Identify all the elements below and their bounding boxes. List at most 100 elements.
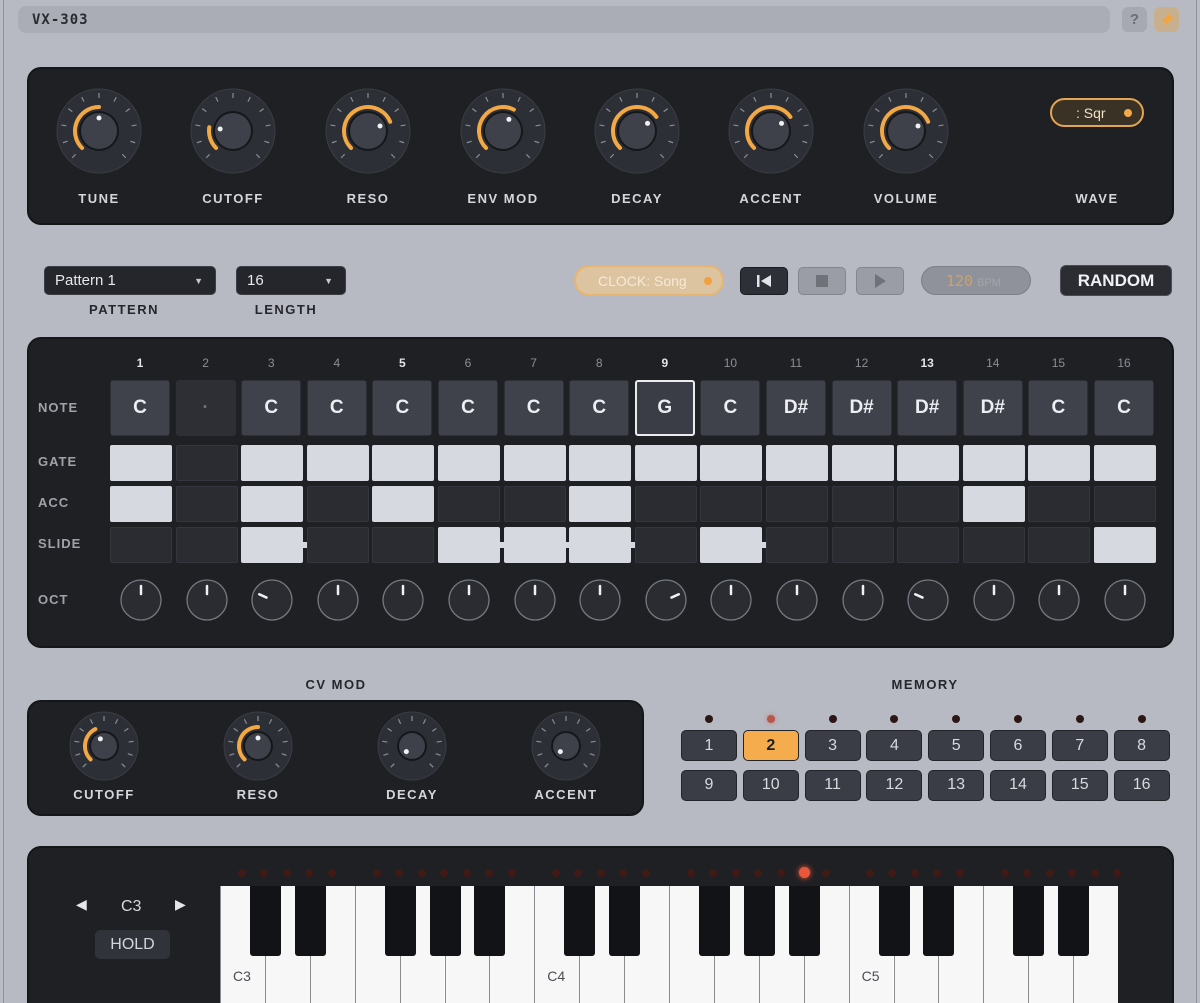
accent-cell[interactable] <box>569 486 632 522</box>
accent-cell[interactable] <box>1028 486 1091 522</box>
black-key[interactable] <box>1013 886 1045 956</box>
slide-cell[interactable] <box>634 527 697 563</box>
gate-cell[interactable] <box>175 445 238 481</box>
step-note[interactable]: C <box>700 380 761 436</box>
memory-slot[interactable]: 1 <box>681 730 737 761</box>
slide-cell[interactable] <box>438 527 500 563</box>
slide-cell[interactable] <box>110 527 172 563</box>
step-note[interactable]: G <box>634 380 695 436</box>
octave-knob[interactable] <box>774 577 820 623</box>
step-note[interactable]: C <box>372 380 433 436</box>
memory-slot[interactable]: 8 <box>1113 730 1170 761</box>
step-note[interactable]: C <box>569 380 630 436</box>
black-key[interactable] <box>609 886 641 956</box>
black-key[interactable] <box>564 886 596 956</box>
black-key[interactable] <box>384 886 416 956</box>
memory-slot[interactable]: 14 <box>990 769 1046 801</box>
gate-cell[interactable] <box>897 445 960 481</box>
gate-cell[interactable] <box>634 445 697 481</box>
gate-cell[interactable] <box>766 445 828 481</box>
random-button[interactable]: RANDOM <box>1060 265 1172 296</box>
black-key[interactable] <box>1058 886 1090 956</box>
gate-cell[interactable] <box>1094 445 1156 481</box>
memory-slot[interactable]: 6 <box>990 730 1046 761</box>
memory-slot[interactable]: 10 <box>742 769 799 801</box>
step-note[interactable]: C <box>110 380 170 436</box>
gate-cell[interactable] <box>700 445 763 481</box>
black-key[interactable] <box>698 886 730 956</box>
memory-slot[interactable]: 13 <box>928 769 985 801</box>
slide-cell[interactable] <box>962 527 1025 563</box>
gate-cell[interactable] <box>962 445 1025 481</box>
volume-knob[interactable] <box>856 81 956 181</box>
slide-cell[interactable] <box>503 527 566 563</box>
gate-cell[interactable] <box>110 445 172 481</box>
octave-knob[interactable] <box>1036 577 1082 623</box>
slide-cell[interactable] <box>831 527 894 563</box>
step-note[interactable]: · <box>175 380 236 436</box>
hold-button[interactable]: HOLD <box>95 930 170 959</box>
slide-cell[interactable] <box>241 527 304 563</box>
accent-cell[interactable] <box>372 486 435 522</box>
black-key[interactable] <box>474 886 506 956</box>
gate-cell[interactable] <box>569 445 632 481</box>
octave-down-button[interactable]: ◀ <box>76 896 87 913</box>
slide-cell[interactable] <box>175 527 238 563</box>
memory-slot[interactable]: 15 <box>1051 769 1108 801</box>
gate-cell[interactable] <box>1028 445 1091 481</box>
rewind-button[interactable] <box>740 267 788 295</box>
step-note[interactable]: C <box>438 380 498 436</box>
gate-cell[interactable] <box>438 445 500 481</box>
black-key[interactable] <box>923 886 955 956</box>
octave-knob[interactable] <box>840 577 886 623</box>
slide-cell[interactable] <box>766 527 828 563</box>
cv-cutoff-knob[interactable] <box>62 704 146 788</box>
memory-slot[interactable]: 5 <box>928 730 985 761</box>
memory-slot[interactable]: 2 <box>742 730 799 761</box>
accent-cell[interactable] <box>700 486 763 522</box>
octave-knob[interactable] <box>315 577 361 623</box>
accent-knob[interactable] <box>721 81 821 181</box>
memory-slot[interactable]: 3 <box>804 730 861 761</box>
step-note[interactable]: C <box>503 380 564 436</box>
octave-up-button[interactable]: ▶ <box>175 896 186 913</box>
cutoff-knob[interactable] <box>183 81 283 181</box>
gate-cell[interactable] <box>241 445 304 481</box>
memory-slot[interactable]: 11 <box>804 769 861 801</box>
black-key[interactable] <box>743 886 775 956</box>
slide-cell[interactable] <box>306 527 369 563</box>
octave-knob[interactable] <box>708 577 754 623</box>
accent-cell[interactable] <box>306 486 369 522</box>
memory-slot[interactable]: 16 <box>1113 769 1170 801</box>
slide-cell[interactable] <box>569 527 632 563</box>
cv-reso-knob[interactable] <box>216 704 300 788</box>
gate-cell[interactable] <box>306 445 369 481</box>
black-key[interactable] <box>788 886 820 956</box>
cv-accent-knob[interactable] <box>524 704 608 788</box>
black-key[interactable] <box>294 886 326 956</box>
octave-knob[interactable] <box>643 577 689 623</box>
octave-knob[interactable] <box>380 577 426 623</box>
accent-cell[interactable] <box>438 486 500 522</box>
accent-cell[interactable] <box>241 486 304 522</box>
accent-cell[interactable] <box>897 486 960 522</box>
slide-cell[interactable] <box>700 527 763 563</box>
octave-knob[interactable] <box>577 577 623 623</box>
bpm-display[interactable]: 120 BPM <box>921 266 1031 295</box>
cv-decay-knob[interactable] <box>370 704 454 788</box>
step-note[interactable]: C <box>1094 380 1154 436</box>
pin-button[interactable] <box>1154 7 1179 32</box>
memory-slot[interactable]: 4 <box>866 730 923 761</box>
slide-cell[interactable] <box>897 527 960 563</box>
memory-slot[interactable]: 7 <box>1051 730 1108 761</box>
step-note[interactable]: C <box>241 380 302 436</box>
gate-cell[interactable] <box>372 445 435 481</box>
accent-cell[interactable] <box>634 486 697 522</box>
stop-button[interactable] <box>798 267 846 295</box>
octave-knob[interactable] <box>118 577 164 623</box>
black-key[interactable] <box>429 886 461 956</box>
slide-cell[interactable] <box>372 527 435 563</box>
step-note[interactable]: C <box>1028 380 1089 436</box>
octave-knob[interactable] <box>1102 577 1148 623</box>
reso-knob[interactable] <box>318 81 418 181</box>
